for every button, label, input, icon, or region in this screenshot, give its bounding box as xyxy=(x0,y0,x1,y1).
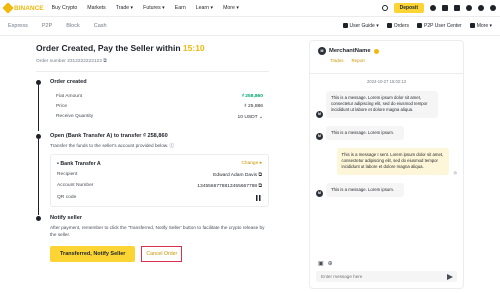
download-icon[interactable] xyxy=(466,5,472,11)
nav-futures[interactable]: Futures ▾ xyxy=(143,5,165,11)
add-attachment-icon[interactable]: ⊕ xyxy=(328,260,333,267)
nav-trade[interactable]: Trade ▾ xyxy=(116,5,133,11)
account-number-value[interactable]: 1345566778813455667788 ⧉ xyxy=(197,183,262,189)
payment-method-name: • Bank Transfer A xyxy=(57,160,101,167)
step-dot-icon xyxy=(36,80,41,85)
orders-list-icon xyxy=(386,23,392,29)
payment-method-card: • Bank Transfer A Change ▸ Recipient Edw… xyxy=(50,153,269,208)
nav-markets[interactable]: Markets xyxy=(87,5,105,11)
binance-logo[interactable]: BINANCE xyxy=(2,2,44,14)
copy-icon[interactable]: ⧉ xyxy=(259,184,263,189)
search-icon[interactable] xyxy=(381,5,388,11)
step-dot-icon xyxy=(36,133,41,139)
wallet-icon[interactable] xyxy=(454,5,460,11)
nav-learn[interactable]: Learn ▾ xyxy=(196,5,213,11)
guide-icon xyxy=(342,23,348,29)
tab-express[interactable]: Express xyxy=(8,23,28,29)
avatar: M xyxy=(316,110,323,118)
chat-message: M This is a message. Lorem ipsum dolor s… xyxy=(316,91,457,118)
recipient-value[interactable]: Edward Adam Davis ⧉ xyxy=(213,172,262,178)
chat-message-sent: This is a message I sent. Lorem ipsum do… xyxy=(316,147,458,175)
nav-earn[interactable]: Earn xyxy=(175,5,186,11)
message-input[interactable] xyxy=(316,271,457,282)
verified-badge-icon xyxy=(373,48,379,54)
avatar: M xyxy=(316,132,323,140)
message-bubble: This is a message. Lorem ipsum dolor sit… xyxy=(326,91,438,118)
settings-icon[interactable] xyxy=(490,5,496,11)
chat-panel: M MerchantName Trades Report 2024-10-27 … xyxy=(309,40,464,289)
more-icon xyxy=(469,23,475,29)
step-order-created: Order created Fiat Amount ₫ 258,860 Pric… xyxy=(36,79,269,131)
profile-icon[interactable] xyxy=(430,5,436,11)
qr-code-icon[interactable] xyxy=(256,194,262,201)
message-bubble: This is a message I sent. Lorem ipsum do… xyxy=(336,147,449,175)
send-icon[interactable] xyxy=(447,274,453,280)
read-receipt-icon: ◎ xyxy=(453,169,458,175)
step-connector xyxy=(38,85,39,131)
step-title: Notify seller xyxy=(50,215,83,222)
order-details: Fiat Amount ₫ 258,860 Price ₫ 25,886 Rec… xyxy=(50,91,269,123)
divider xyxy=(36,71,269,72)
order-panel: Order Created, Pay the Seller within 15:… xyxy=(0,36,305,293)
qr-code-row: QR code xyxy=(51,192,268,203)
avatar: M xyxy=(316,189,323,197)
avatar: M xyxy=(318,47,326,55)
top-navigation: BINANCE Buy Crypto Markets Trade ▾ Futur… xyxy=(0,0,500,17)
step-title: Open (Bank Transfer A) to transfer ₫ 258… xyxy=(50,132,168,139)
copy-icon[interactable]: ⧉ xyxy=(103,59,106,64)
tab-block[interactable]: Block xyxy=(66,23,79,29)
brand-name: BINANCE xyxy=(14,4,44,12)
image-upload-icon[interactable]: ▣ xyxy=(318,260,324,267)
chat-message: M This is a message. Lorem ipsum. xyxy=(316,125,457,140)
merchant-links: Trades Report xyxy=(330,58,455,63)
trades-link[interactable]: Trades xyxy=(330,58,344,63)
action-buttons: Transferred, Notify Seller Cancel Order xyxy=(50,246,269,263)
message-bubble: This is a message. Lorem ipsum. xyxy=(326,125,404,140)
step-dot-icon xyxy=(36,216,41,222)
countdown-timer: 15:10 xyxy=(182,43,205,53)
user-center-icon xyxy=(417,23,422,29)
account-number-row: Account Number 1345566778813455667788 ⧉ xyxy=(57,183,262,190)
user-guide-menu[interactable]: User Guide ▾ xyxy=(342,23,379,29)
merchant-info: M MerchantName xyxy=(318,47,455,55)
orders-link[interactable]: Orders xyxy=(386,23,409,29)
message-bubble: This is a message. Lorem ipsum. xyxy=(326,182,404,197)
p2p-user-center-link[interactable]: P2P User Center xyxy=(417,23,462,29)
step-subtitle: After payment, remember to click the 'Tr… xyxy=(50,225,265,238)
step-transfer: Open (Bank Transfer A) to transfer ₫ 258… xyxy=(36,132,269,216)
chat-tools: ▣ ⊕ xyxy=(318,260,333,267)
orders-icon[interactable] xyxy=(442,5,448,11)
chat-timestamp: 2024-10-27 15:02:13 xyxy=(367,79,406,84)
copy-icon[interactable]: ⧉ xyxy=(259,173,263,178)
deposit-button[interactable]: Deposit xyxy=(393,3,424,13)
receive-quantity-row: Receive Quantity 10 USDT ⌄ xyxy=(56,113,263,120)
price-row: Price ₫ 25,886 xyxy=(56,103,263,109)
nav-more[interactable]: More ▾ xyxy=(223,5,239,11)
transferred-notify-seller-button[interactable]: Transferred, Notify Seller xyxy=(50,246,136,263)
step-notify-seller: Notify seller After payment, remember to… xyxy=(36,215,269,263)
step-connector xyxy=(38,138,39,216)
nav-buy-crypto[interactable]: Buy Crypto xyxy=(52,5,78,11)
binance-logo-icon xyxy=(2,2,14,14)
report-link[interactable]: Report xyxy=(352,58,365,63)
order-number: Order number 2312222222123 ⧉ xyxy=(36,59,107,64)
tab-cash[interactable]: Cash xyxy=(94,23,107,29)
merchant-name[interactable]: MerchantName xyxy=(329,48,371,54)
step-subtitle: Transfer the funds to the seller's accou… xyxy=(50,142,175,148)
globe-icon[interactable] xyxy=(478,5,484,11)
cancel-order-button[interactable]: Cancel Order xyxy=(141,246,183,263)
payment-method-header: • Bank Transfer A Change ▸ xyxy=(51,158,268,170)
chat-header: M MerchantName Trades Report xyxy=(310,41,463,74)
chat-message: M This is a message. Lorem ipsum. xyxy=(316,182,457,197)
p2p-subnav: Express P2P Block Cash User Guide ▾ Orde… xyxy=(0,17,500,36)
change-method-button[interactable]: Change ▸ xyxy=(241,161,262,167)
tab-p2p[interactable]: P2P xyxy=(42,23,52,29)
recipient-row: Recipient Edward Adam Davis ⧉ xyxy=(57,172,262,179)
fiat-amount-row: Fiat Amount ₫ 258,860 xyxy=(56,93,263,99)
page-title: Order Created, Pay the Seller within 15:… xyxy=(36,43,205,53)
more-menu[interactable]: More ▾ xyxy=(469,23,492,29)
step-title: Order created xyxy=(50,79,87,85)
